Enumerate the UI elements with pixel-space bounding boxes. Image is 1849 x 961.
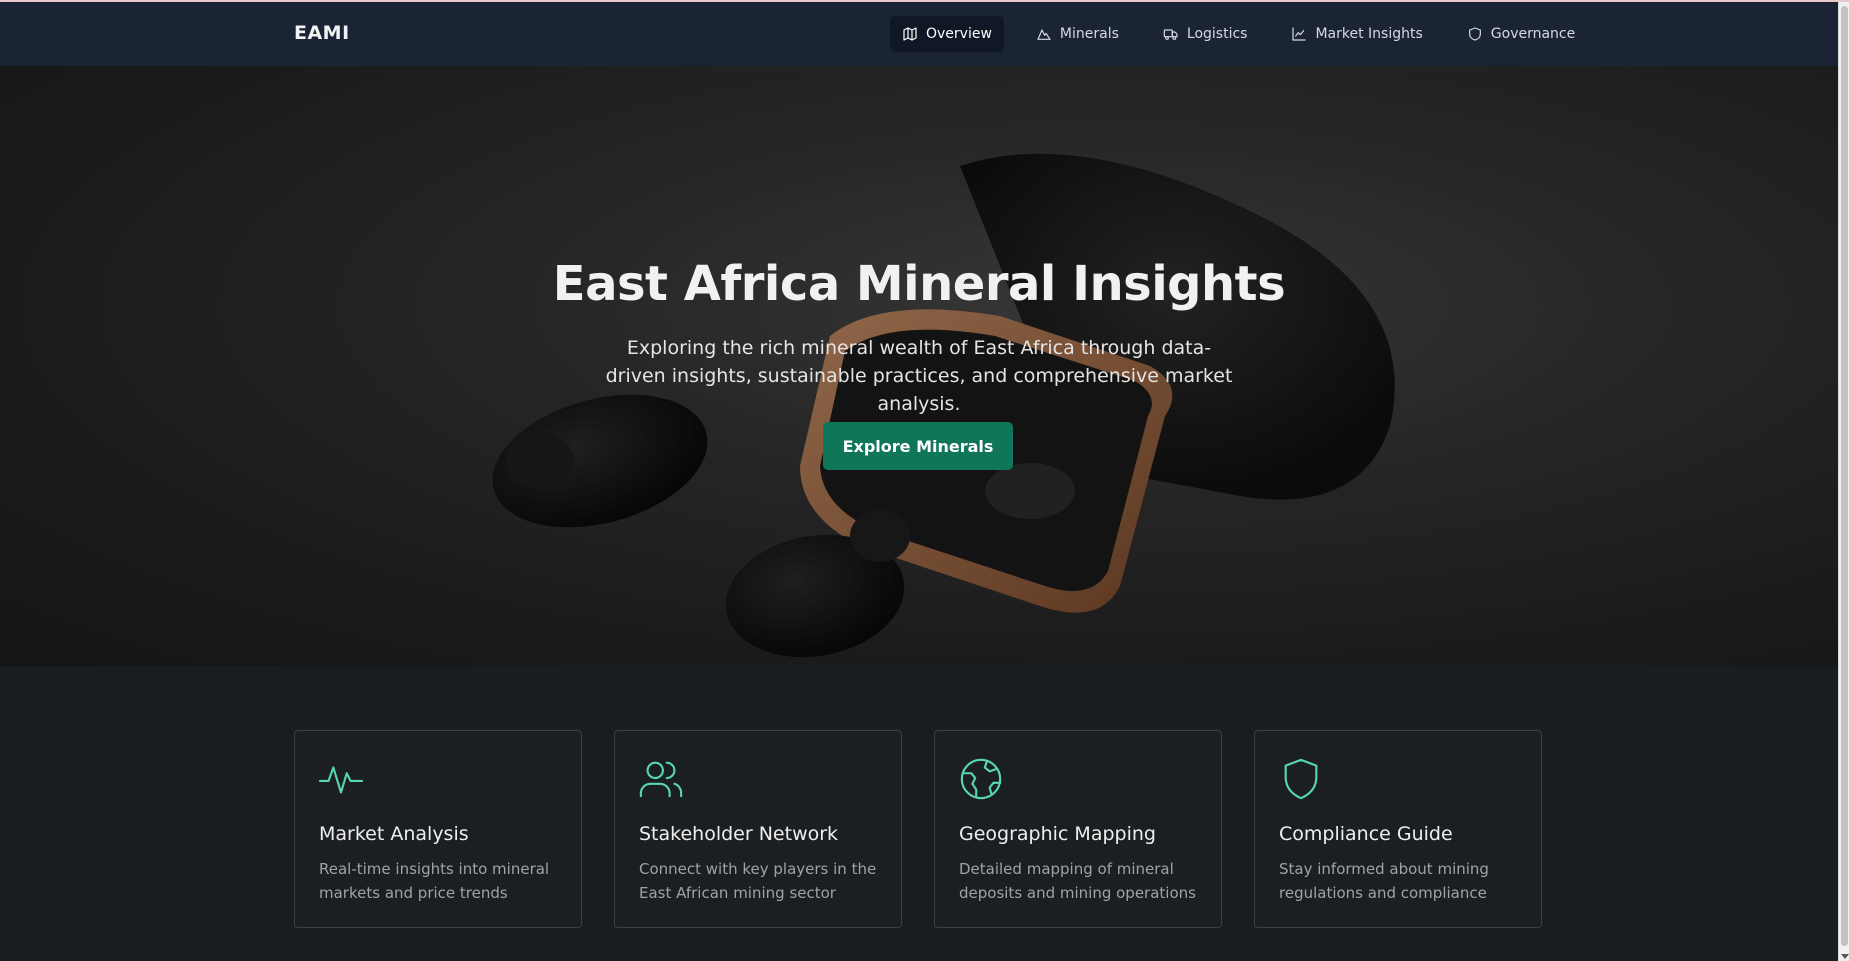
activity-icon (318, 756, 364, 802)
top-navbar: EAMI Overview Minerals Logistics Market … (0, 2, 1838, 66)
line-chart-icon (1292, 27, 1307, 41)
nav-item-label: Overview (926, 26, 992, 42)
users-icon (638, 756, 684, 802)
hero-section: East Africa Mineral Insights Exploring t… (0, 66, 1838, 666)
scroll-down-arrow-icon[interactable] (1841, 954, 1849, 959)
nav-item-minerals[interactable]: Minerals (1024, 16, 1131, 52)
feature-title: Market Analysis (319, 823, 469, 845)
nav-item-overview[interactable]: Overview (890, 16, 1004, 52)
main-nav: Overview Minerals Logistics Market Insig… (890, 16, 1587, 52)
feature-description: Detailed mapping of mineral deposits and… (959, 860, 1196, 902)
feature-card-stakeholder-network[interactable]: Stakeholder Network Connect with key pla… (614, 730, 902, 928)
nav-item-label: Governance (1490, 26, 1576, 42)
globe-icon (958, 756, 1004, 802)
brand-logo[interactable]: EAMI (294, 22, 350, 44)
nav-item-logistics[interactable]: Logistics (1151, 16, 1260, 52)
feature-card-geographic-mapping[interactable]: Geographic Mapping Detailed mapping of m… (934, 730, 1222, 928)
truck-icon (1163, 29, 1178, 40)
feature-description: Connect with key players in the East Afr… (639, 860, 877, 902)
feature-card-market-analysis[interactable]: Market Analysis Real-time insights into … (294, 730, 582, 928)
nav-item-label: Logistics (1186, 26, 1248, 42)
mountain-icon (1037, 29, 1051, 40)
shield-icon (1278, 756, 1324, 802)
scrollbar-thumb[interactable] (1841, 6, 1848, 946)
nav-item-label: Minerals (1059, 26, 1119, 42)
hero-content: East Africa Mineral Insights Exploring t… (0, 66, 1838, 666)
hero-title: East Africa Mineral Insights (552, 256, 1286, 312)
feature-title: Compliance Guide (1279, 823, 1453, 845)
page-scrollbar[interactable] (1838, 2, 1849, 961)
features-section: Market Analysis Real-time insights into … (0, 666, 1838, 961)
feature-card-compliance-guide[interactable]: Compliance Guide Stay informed about min… (1254, 730, 1542, 928)
explore-minerals-button[interactable]: Explore Minerals (823, 422, 1013, 470)
hero-subtitle: Exploring the rich mineral wealth of Eas… (605, 337, 1233, 415)
shield-icon (1468, 27, 1481, 41)
nav-item-label: Market Insights (1315, 26, 1423, 42)
feature-description: Stay informed about mining regulations a… (1279, 860, 1489, 902)
feature-title: Geographic Mapping (959, 823, 1156, 845)
nav-item-market-insights[interactable]: Market Insights (1279, 16, 1434, 52)
map-icon (903, 27, 917, 41)
feature-description: Real-time insights into mineral markets … (319, 860, 550, 902)
nav-item-governance[interactable]: Governance (1455, 16, 1587, 52)
feature-title: Stakeholder Network (639, 823, 839, 845)
